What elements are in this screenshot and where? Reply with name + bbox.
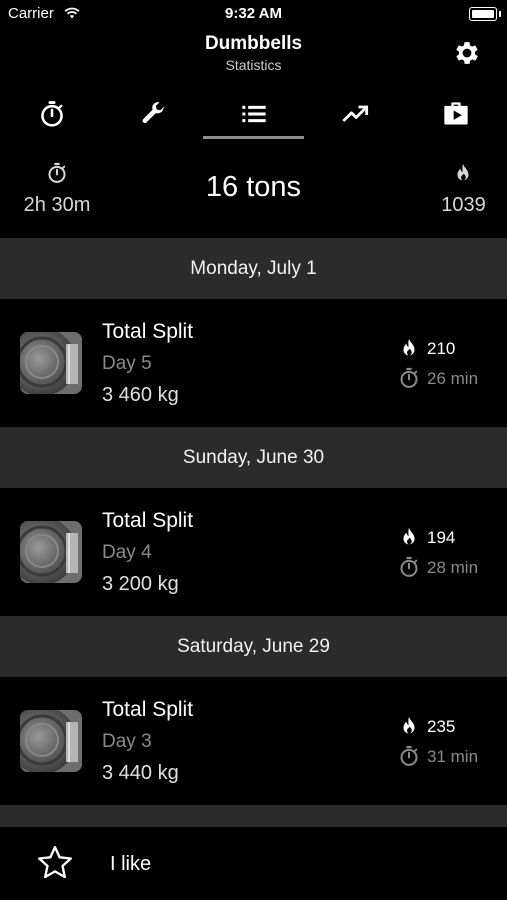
- workout-calories: 194: [427, 528, 456, 547]
- tab-statistics[interactable]: [203, 88, 304, 140]
- date-header: Saturday, June 29: [0, 616, 507, 677]
- tab-timer[interactable]: [1, 88, 102, 140]
- weight-plate-thumbnail: [20, 332, 82, 394]
- date-header: Sunday, June 30: [0, 427, 507, 488]
- tab-selection-indicator: [203, 136, 304, 139]
- workout-name: Total Split: [102, 698, 194, 721]
- tab-videos[interactable]: [405, 88, 506, 140]
- workout-duration: 28 min: [427, 558, 479, 577]
- tab-progress[interactable]: [304, 88, 405, 140]
- workout-day: Day 4: [102, 542, 152, 563]
- workout-name: Total Split: [102, 509, 194, 532]
- next-date-header: [0, 805, 507, 827]
- total-calories: 1039: [441, 194, 486, 216]
- workout-row[interactable]: Total Split Day 4 3 200 kg 194 28 min: [0, 488, 507, 616]
- list-icon: [241, 105, 266, 123]
- battery-icon: [469, 7, 501, 21]
- star-icon: [38, 846, 73, 879]
- trending-up-icon: [341, 105, 368, 122]
- workout-row[interactable]: Total Split Day 3 3 440 kg 235 31 min: [0, 677, 507, 805]
- flame-icon: [398, 337, 420, 359]
- weight-plate-thumbnail: [20, 521, 82, 583]
- stopwatch-icon: [38, 100, 66, 128]
- workout-calories: 210: [427, 339, 456, 358]
- date-header: Monday, July 1: [0, 238, 507, 299]
- workout-weight: 3 440 kg: [102, 762, 179, 784]
- page-title: Dumbbells: [204, 33, 303, 54]
- page-subtitle: Statistics: [225, 57, 282, 73]
- like-bar[interactable]: I like: [0, 827, 507, 900]
- workout-day: Day 5: [102, 353, 152, 374]
- stopwatch-icon: [398, 367, 420, 389]
- workout-name: Total Split: [102, 320, 194, 343]
- flame-icon: [452, 162, 474, 184]
- workout-day: Day 3: [102, 731, 152, 752]
- tab-tools[interactable]: [102, 88, 203, 140]
- workout-duration: 26 min: [427, 369, 479, 388]
- stopwatch-icon: [398, 745, 420, 767]
- stopwatch-icon: [398, 556, 420, 578]
- flame-icon: [398, 526, 420, 548]
- workout-calories: 235: [427, 717, 456, 736]
- status-bar: Carrier 9:32 AM: [0, 0, 507, 28]
- wrench-icon: [142, 102, 165, 123]
- tab-bar: [0, 88, 507, 140]
- workout-duration: 31 min: [427, 747, 479, 766]
- gear-icon[interactable]: [452, 38, 482, 68]
- workout-row[interactable]: Total Split Day 5 3 460 kg 210 26 min: [0, 299, 507, 427]
- workout-weight: 3 200 kg: [102, 573, 179, 595]
- like-label: I like: [110, 853, 152, 875]
- play-briefcase-icon: [443, 102, 468, 125]
- workout-weight: 3 460 kg: [102, 384, 179, 406]
- clock: 9:32 AM: [225, 5, 282, 22]
- weight-plate-thumbnail: [20, 710, 82, 772]
- flame-icon: [398, 715, 420, 737]
